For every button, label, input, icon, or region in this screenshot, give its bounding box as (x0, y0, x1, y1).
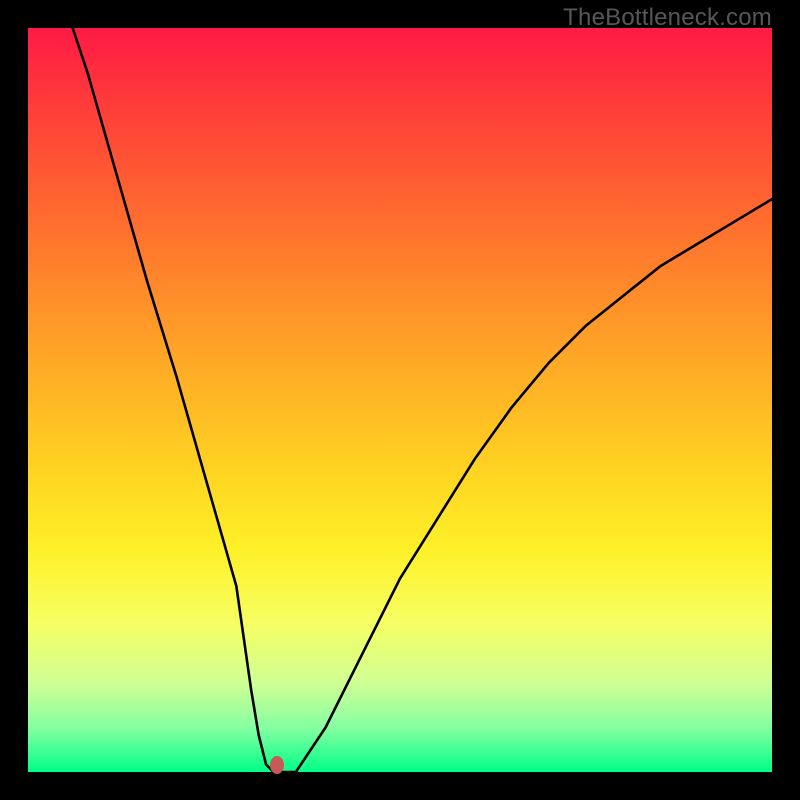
bottleneck-curve (73, 28, 772, 772)
chart-container: TheBottleneck.com (0, 0, 800, 800)
watermark-text: TheBottleneck.com (563, 4, 772, 32)
curve-svg (28, 28, 772, 772)
plot-area (28, 28, 772, 772)
optimum-point-marker (270, 756, 284, 774)
